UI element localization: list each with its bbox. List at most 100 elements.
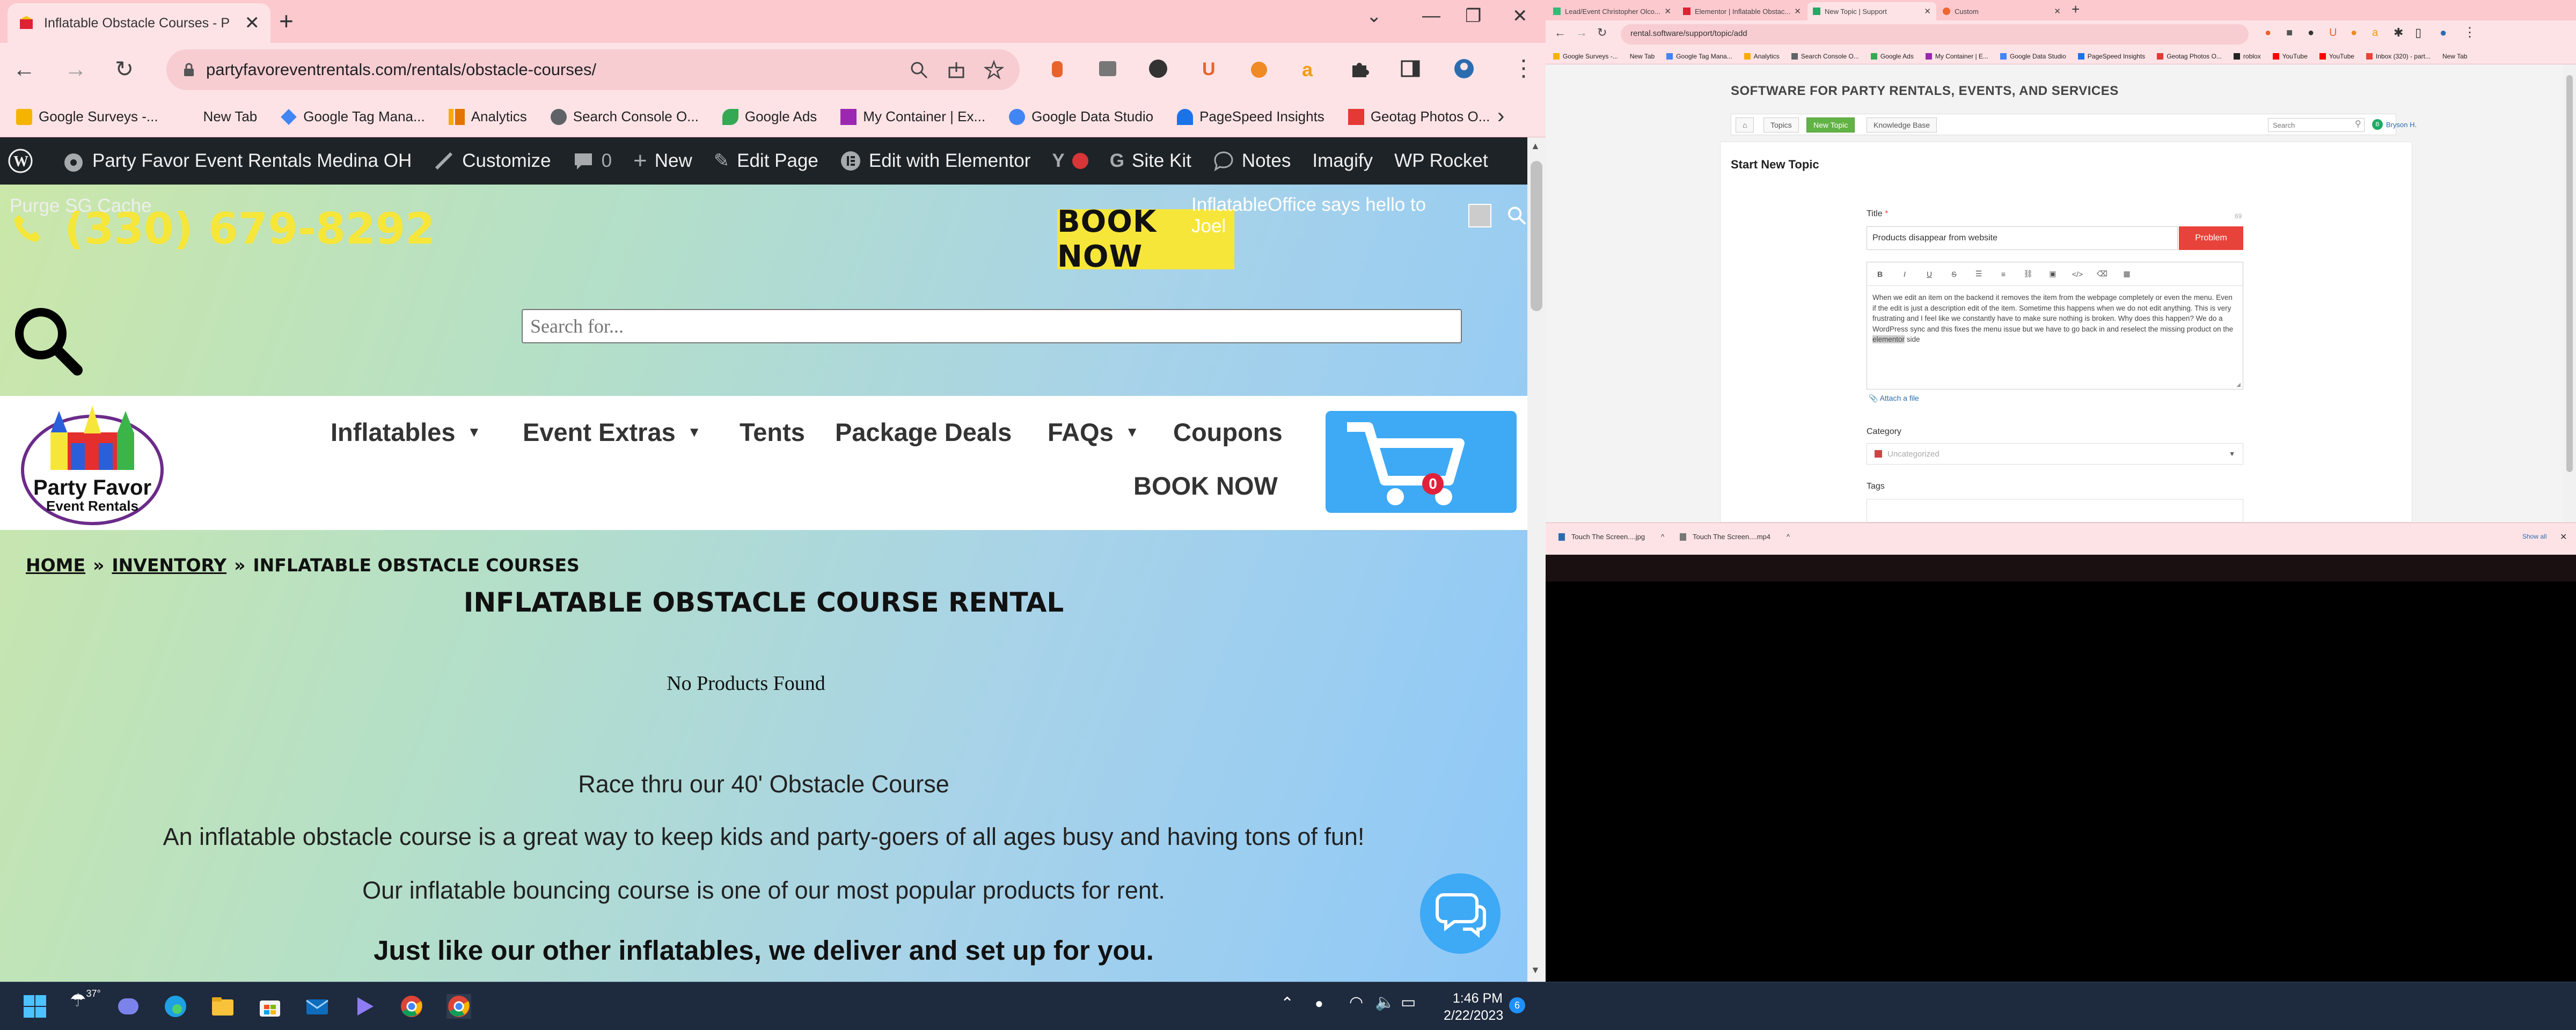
search-input[interactable] [522,309,1462,343]
tab-active[interactable]: New Topic | Support ✕ [1807,2,1936,20]
extension-image-icon[interactable] [1097,58,1118,79]
bookmarks-overflow-icon[interactable]: › [1497,104,1504,128]
forward-icon[interactable]: → [1576,26,1587,40]
bookmark-star-icon[interactable] [984,60,1004,79]
battery-icon[interactable]: ▭ [1401,993,1416,1012]
tab-close-icon[interactable]: ✕ [1794,6,1801,16]
chat-button[interactable] [1420,873,1501,954]
bookmark-item[interactable]: YouTube [2272,53,2308,60]
windows-start-icon[interactable] [23,994,47,1019]
close-window-button[interactable]: ✕ [1512,5,1528,27]
breadcrumb-inventory[interactable]: INVENTORY [112,555,226,576]
cart-button[interactable]: 0 [1326,411,1517,513]
address-bar[interactable]: rental.software/support/topic/add [1621,24,2249,45]
bookmark-item[interactable]: Google Surveys -... [1553,53,1618,60]
category-select[interactable]: Uncategorized ▼ [1867,443,2243,465]
nav-event-extras[interactable]: Event Extras ▼ [523,417,701,447]
underline-icon[interactable]: U [1921,270,1938,278]
nav-faqs[interactable]: FAQs ▼ [1048,417,1139,447]
resize-handle-icon[interactable]: ◢ [2236,382,2241,388]
wp-notes[interactable]: Notes [1213,150,1291,172]
party-favor-logo[interactable]: Party Favor Event Rentals [19,400,165,527]
tab-search-icon[interactable]: ⌄ [1366,5,1382,27]
tab[interactable]: Lead/Event Christopher Olco... ✕ [1548,2,1677,20]
chevron-up-icon[interactable]: ^ [1661,533,1664,541]
topic-type-button[interactable]: Problem [2179,226,2243,250]
extension-u-icon[interactable]: U [1198,58,1219,79]
mail-icon[interactable] [305,994,330,1019]
nav-coupons[interactable]: Coupons [1173,417,1283,447]
bookmark-item[interactable]: PageSpeed Insights [2077,53,2145,60]
bookmark-item[interactable]: Google Data Studio [1009,108,1153,125]
body-text[interactable]: When we edit an item on the backend it r… [1872,292,2237,345]
tab-close-icon[interactable]: ✕ [245,12,260,34]
title-input[interactable]: Products disappear from website [1867,226,2178,250]
bookmark-item[interactable]: YouTube [2319,53,2354,60]
admin-search-icon[interactable] [1506,205,1527,226]
close-downloads-icon[interactable]: ✕ [2560,532,2567,542]
tray-overflow-icon[interactable]: ⌃ [1280,994,1294,1013]
forward-icon[interactable]: → [64,56,87,83]
extensions-puzzle-icon[interactable] [1349,58,1371,79]
extension-icon[interactable]: ● [2308,27,2314,39]
nav-inflatables[interactable]: Inflatables ▼ [331,417,481,447]
nav-book-now[interactable]: BOOK NOW [1133,471,1278,501]
bookmark-item[interactable]: New Tab [1630,53,1655,60]
new-tab-button[interactable]: + [279,8,294,34]
bookmark-item[interactable]: Google Ads [722,108,817,125]
breadcrumb-home[interactable]: HOME [26,555,85,576]
bookmark-item[interactable]: Search Console O... [1791,53,1859,60]
scrollbar-thumb[interactable] [1531,161,1542,311]
notification-badge[interactable]: 6 [1509,997,1525,1013]
tray-app-icon[interactable]: ● [1315,995,1323,1012]
side-panel-icon[interactable] [1400,58,1421,79]
user-menu[interactable]: B Bryson H. [2372,119,2417,130]
bookmark-item[interactable]: Google Ads [1870,53,1914,60]
bookmark-item[interactable]: Google Surveys -... [16,108,158,125]
share-icon[interactable] [947,60,966,79]
tab-close-icon[interactable]: ✕ [1924,6,1931,16]
extension-rocket-icon[interactable] [1046,58,1068,79]
menu-kebab-icon[interactable]: ⋮ [1512,55,1535,82]
extension-icon[interactable]: ● [2265,27,2271,39]
reload-icon[interactable]: ↻ [1597,26,1607,40]
extension-icon[interactable]: ■ [2286,27,2293,39]
zoom-icon[interactable] [909,60,928,79]
reload-icon[interactable]: ↻ [115,56,134,83]
scroll-down-icon[interactable]: ▼ [1531,965,1540,976]
bookmark-item[interactable]: New Tab [2442,53,2467,60]
tab-close-icon[interactable]: ✕ [2054,6,2061,16]
scrollbar-thumb[interactable] [2566,75,2573,472]
align-icon[interactable]: ≡ [1995,270,2012,278]
extensions-puzzle-icon[interactable]: ✱ [2394,26,2403,40]
menu-kebab-icon[interactable]: ⋮ [2463,25,2476,40]
wp-edit-elementor[interactable]: Edit with Elementor [840,150,1030,172]
store-icon[interactable] [258,994,282,1019]
bookmark-item[interactable]: Inbox (320) - part... [2366,53,2431,60]
volume-icon[interactable]: 🔈 [1375,993,1395,1012]
nav-knowledge-base[interactable]: Knowledge Base [1867,117,1937,133]
address-bar[interactable]: partyfavoreventrentals.com/rentals/obsta… [166,49,1020,90]
user-greeting[interactable]: InflatableOffice says hello to Joel [1191,194,1527,237]
bookmark-item[interactable]: Geotag Photos O... [2157,53,2222,60]
support-search-input[interactable] [2268,118,2365,132]
bookmark-item[interactable]: My Container | E... [1925,53,1988,60]
nav-new-topic[interactable]: New Topic [1806,117,1855,133]
back-icon[interactable]: ← [1554,26,1566,40]
teams-chat-icon[interactable] [116,994,141,1019]
wp-site-name[interactable]: Party Favor Event Rentals Medina OH [62,150,412,172]
extension-cat-icon[interactable] [1248,58,1270,79]
attach-file-link[interactable]: 📎 Attach a file [1869,394,1919,403]
bookmark-item[interactable]: Google Data Studio [2000,53,2066,60]
tags-input[interactable] [1867,499,2243,523]
minimize-button[interactable]: — [1422,5,1440,26]
restore-button[interactable]: ❐ [1465,5,1481,27]
image-icon[interactable]: ▣ [2044,269,2061,278]
bookmark-item[interactable]: My Container | Ex... [840,108,985,125]
wp-edit-page[interactable]: ✎ Edit Page [714,150,818,172]
eraser-icon[interactable]: ⌫ [2094,269,2111,278]
extension-icon[interactable]: U [2329,27,2337,39]
bookmark-item[interactable]: Analytics [448,108,527,125]
search-icon[interactable]: ⚲ [2355,119,2361,129]
bookmark-item[interactable]: Search Console O... [550,108,699,125]
